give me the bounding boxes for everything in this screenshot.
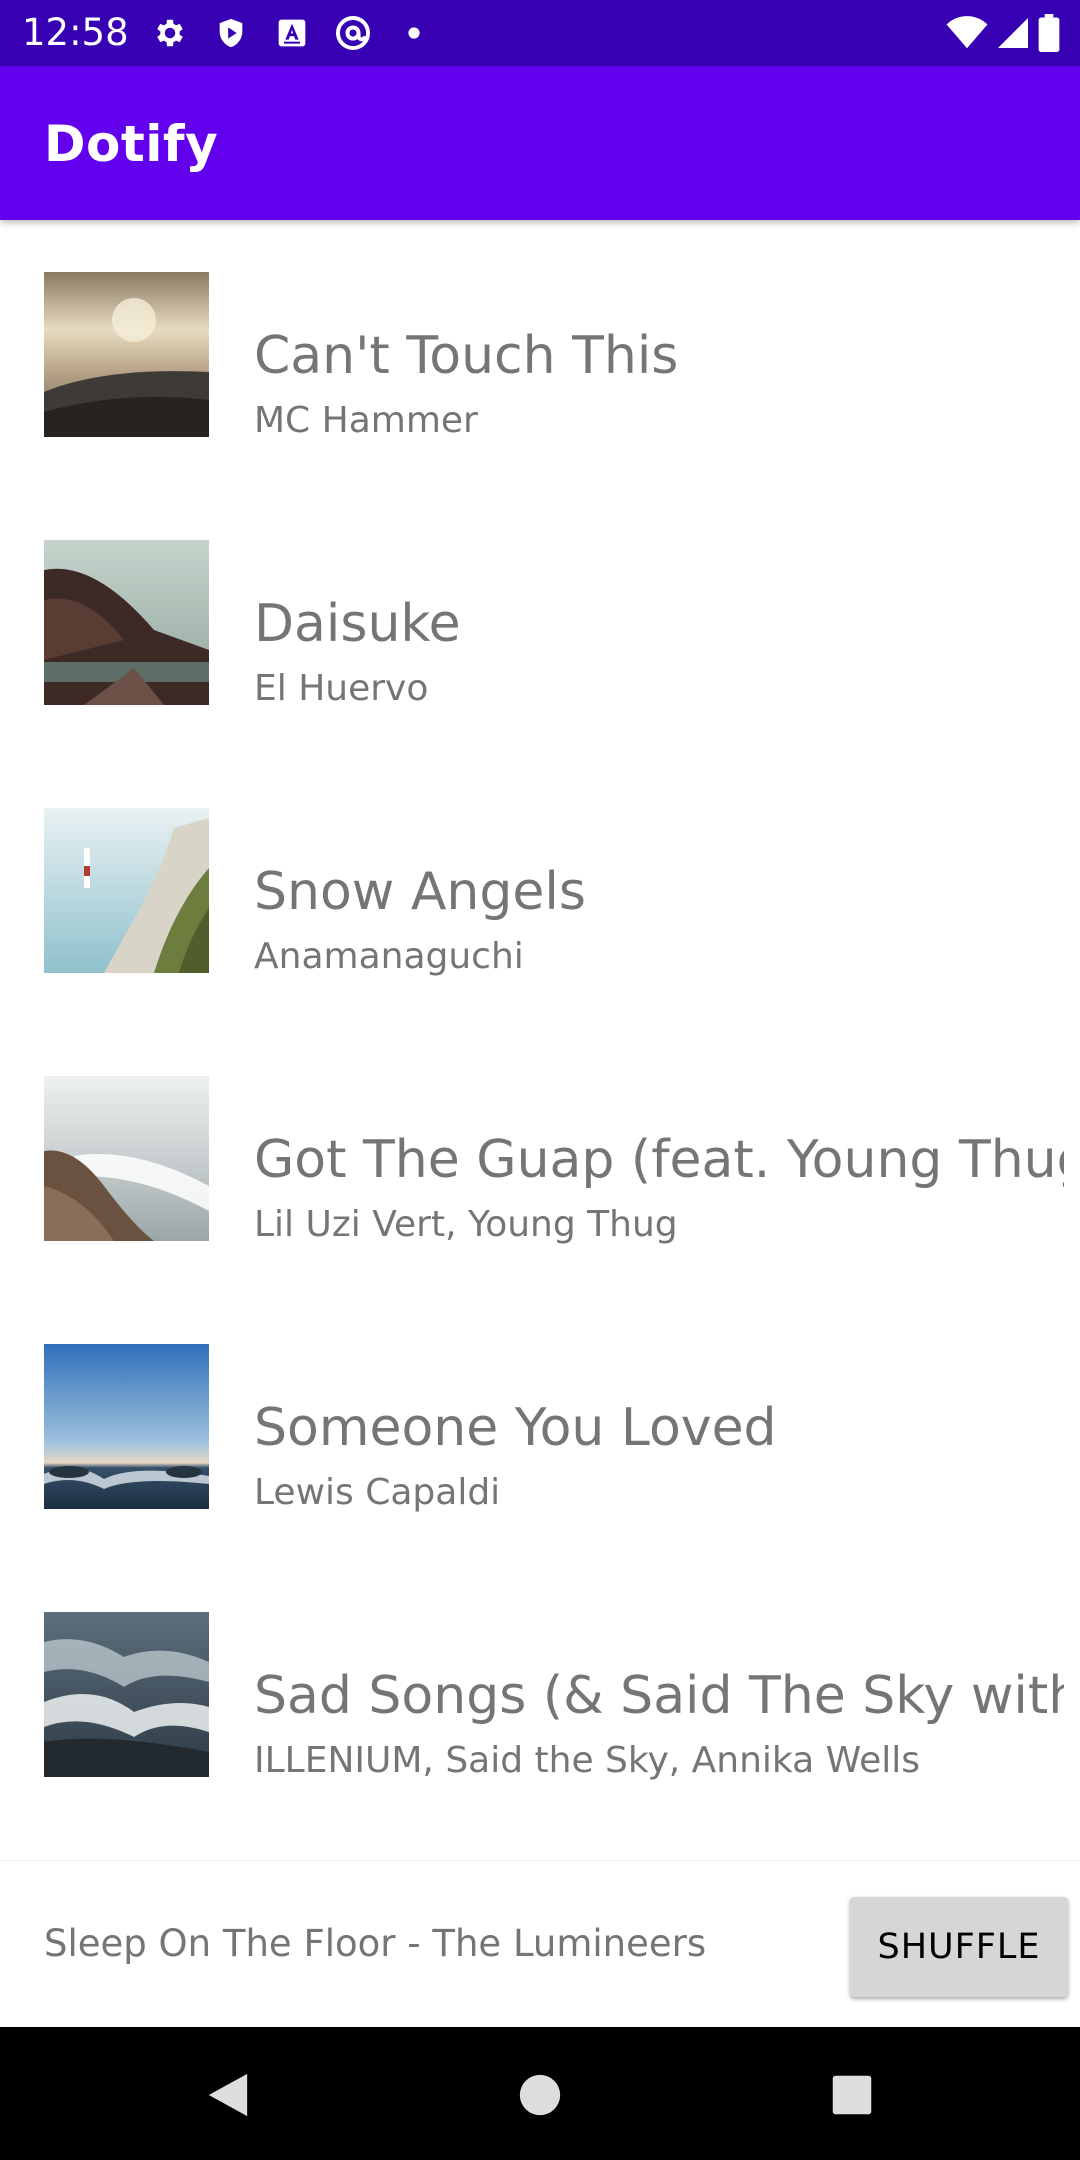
album-art — [44, 540, 209, 705]
song-item[interactable]: Someone You Loved Lewis Capaldi — [0, 1292, 1080, 1560]
album-art — [44, 808, 209, 973]
mini-player: Sleep On The Floor - The Lumineers SHUFF… — [0, 1860, 1080, 2027]
shuffle-button[interactable]: SHUFFLE — [850, 1897, 1068, 1997]
album-art — [44, 1612, 209, 1777]
album-art — [44, 1076, 209, 1241]
battery-icon — [1038, 14, 1060, 52]
song-artist: MC Hammer — [254, 400, 478, 441]
song-title: Sad Songs (& Said The Sky with — [254, 1666, 1064, 1726]
song-item[interactable]: Can't Touch This MC Hammer — [0, 220, 1080, 488]
song-artist: ILLENIUM, Said the Sky, Annika Wells — [254, 1740, 921, 1781]
song-list[interactable]: Can't Touch This MC Hammer Daisuke El Hu… — [0, 220, 1080, 1860]
song-title: Snow Angels — [254, 862, 586, 922]
album-art — [44, 1344, 209, 1509]
song-title: Got The Guap (feat. Young Thug — [254, 1130, 1064, 1190]
signal-icon — [994, 15, 1032, 51]
song-title: Someone You Loved — [254, 1398, 777, 1458]
home-icon[interactable] — [508, 2063, 572, 2127]
status-system-icons — [940, 12, 1060, 54]
at-circle-icon — [333, 13, 373, 53]
song-item[interactable]: Snow Angels Anamanaguchi — [0, 756, 1080, 1024]
song-artist: Lil Uzi Vert, Young Thug — [254, 1204, 678, 1245]
shield-icon — [211, 13, 251, 53]
back-icon[interactable] — [196, 2063, 260, 2127]
wifi-icon — [946, 16, 988, 50]
song-artist: El Huervo — [254, 668, 429, 709]
status-notification-icons — [150, 13, 455, 53]
app-bar: Dotify — [0, 66, 1080, 220]
gear-icon — [150, 13, 190, 53]
album-art — [44, 272, 209, 437]
song-item[interactable]: Got The Guap (feat. Young Thug Lil Uzi V… — [0, 1024, 1080, 1292]
app-title: Dotify — [44, 115, 219, 173]
song-title: Daisuke — [254, 594, 461, 654]
song-artist: Anamanaguchi — [254, 936, 524, 977]
song-item[interactable]: Sad Songs (& Said The Sky with ILLENIUM,… — [0, 1560, 1080, 1828]
a-box-icon — [272, 13, 312, 53]
dot-icon — [394, 13, 434, 53]
recents-icon[interactable] — [820, 2063, 884, 2127]
system-nav-bar — [0, 2027, 1080, 2160]
now-playing-text[interactable]: Sleep On The Floor - The Lumineers — [44, 1921, 706, 1967]
song-item[interactable]: Daisuke El Huervo — [0, 488, 1080, 756]
song-artist: Lewis Capaldi — [254, 1472, 501, 1513]
status-bar: 12:58 — [0, 0, 1080, 66]
status-time: 12:58 — [22, 11, 129, 54]
song-title: Can't Touch This — [254, 326, 679, 386]
